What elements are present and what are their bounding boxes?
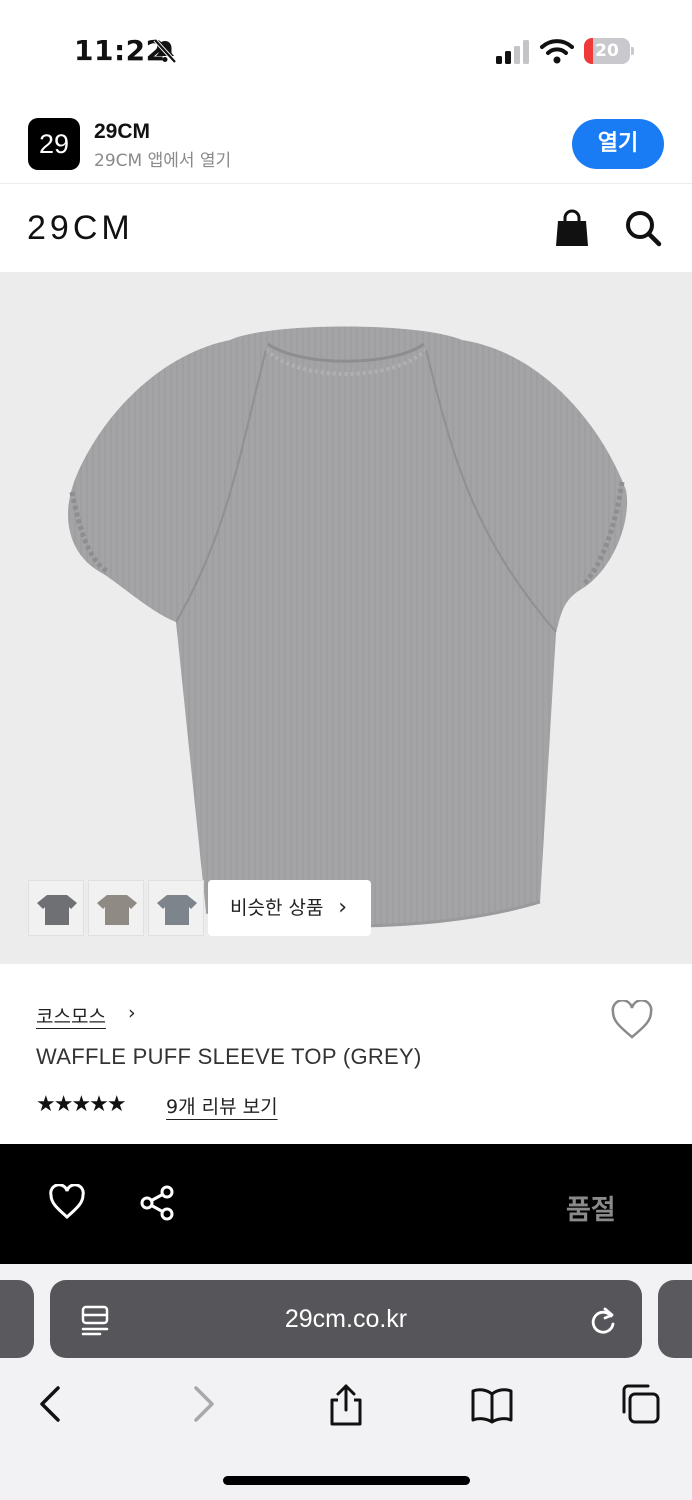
forward-icon[interactable] [180, 1382, 224, 1426]
tabs-icon[interactable] [618, 1382, 662, 1426]
product-info: 코스모스 › WAFFLE PUFF SLEEVE TOP (GREY) ★★★… [0, 964, 692, 1144]
battery-level: 20 [595, 41, 619, 61]
heart-icon[interactable] [48, 1184, 86, 1220]
heart-icon[interactable] [610, 1000, 654, 1040]
back-icon[interactable] [30, 1382, 74, 1426]
battery-icon: 20 [584, 38, 634, 64]
product-image[interactable]: 비슷한 상품 › [0, 272, 692, 964]
chevron-right-icon: › [128, 1002, 136, 1024]
brand-link[interactable]: 코스모스 [36, 1002, 106, 1029]
address-bar[interactable]: 29cm.co.kr [50, 1280, 642, 1358]
share-sheet-icon[interactable] [324, 1382, 368, 1426]
thumbnail-2[interactable] [88, 880, 144, 936]
similar-products-label: 비슷한 상품 [230, 897, 324, 919]
site-header: 29CM [0, 185, 692, 272]
app-banner: 29 29CM 29CM 앱에서 열기 열기 [0, 100, 692, 184]
product-title: WAFFLE PUFF SLEEVE TOP (GREY) [36, 1044, 422, 1069]
action-bar: 품절 [0, 1144, 692, 1264]
status-bar: 11:22 20 [0, 0, 692, 100]
open-app-button[interactable]: 열기 [572, 119, 664, 169]
previous-tab-preview[interactable] [0, 1280, 34, 1358]
chevron-right-icon: › [338, 895, 347, 920]
home-indicator [223, 1476, 470, 1485]
thumbnail-1[interactable] [28, 880, 84, 936]
similar-products-button[interactable]: 비슷한 상품 › [208, 880, 371, 936]
next-tab-preview[interactable] [658, 1280, 692, 1358]
bookmarks-icon[interactable] [470, 1382, 514, 1426]
site-logo[interactable]: 29CM [27, 209, 134, 248]
app-name: 29CM [94, 120, 151, 143]
url-text[interactable]: 29cm.co.kr [50, 1280, 642, 1358]
rating-stars: ★★★★★ [36, 1092, 127, 1117]
share-icon[interactable] [138, 1184, 176, 1222]
product-photo [68, 326, 628, 928]
browser-toolbar: 29cm.co.kr [0, 1264, 692, 1500]
reader-icon[interactable] [80, 1304, 110, 1336]
thumbnail-2-image [97, 895, 137, 925]
app-logo: 29 [28, 118, 80, 170]
soldout-label: 품절 [566, 1195, 616, 1226]
shopping-bag-icon[interactable] [554, 209, 590, 247]
app-subtitle: 29CM 앱에서 열기 [94, 151, 232, 171]
battery-tip [631, 47, 634, 55]
battery-body: 20 [584, 38, 630, 64]
cellular-signal-icon [496, 40, 529, 64]
thumbnail-3[interactable] [148, 880, 204, 936]
thumbnail-1-image [37, 895, 77, 925]
review-link[interactable]: 9개 리뷰 보기 [166, 1092, 278, 1119]
wifi-icon [540, 39, 574, 64]
thumbnail-3-image [157, 895, 197, 925]
reload-icon[interactable] [588, 1304, 618, 1336]
bell-slash-icon [153, 38, 177, 64]
search-icon[interactable] [624, 209, 662, 247]
